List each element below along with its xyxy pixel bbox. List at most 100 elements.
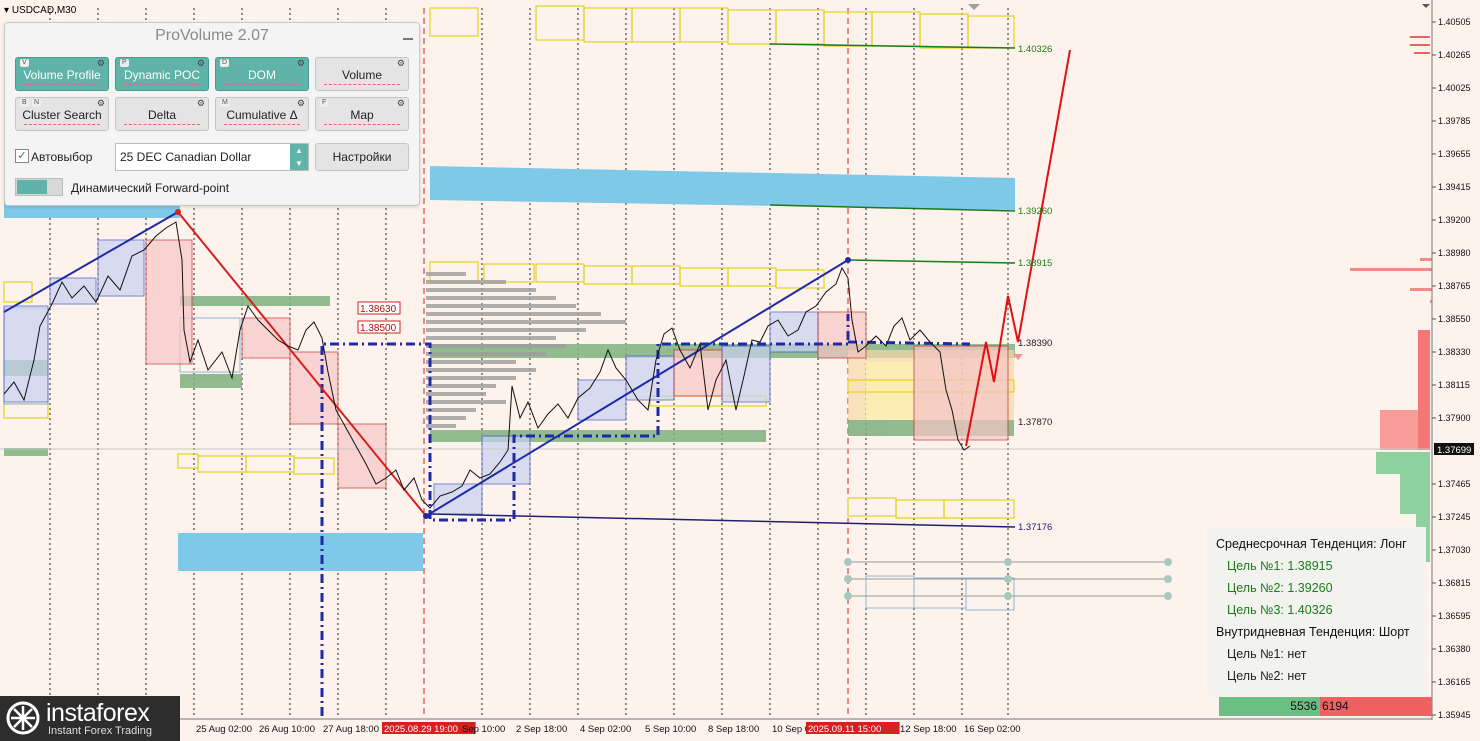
module-indicator [124,124,200,127]
module-label: Volume Profile [23,68,101,82]
module-button-volume[interactable]: Volume ⚙ [315,57,409,91]
price-tick-label: 1.39415 [1438,182,1471,192]
price-tick-label: 1.38115 [1438,380,1470,390]
brand-name: instaforex [46,699,150,727]
time-axis-labels: 25 Aug 02:00 26 Aug 10:00 27 Aug 18:00 2025… [196,722,1021,735]
gear-icon[interactable]: ⚙ [297,58,305,68]
module-button-map[interactable]: Map F ⚙ [315,97,409,131]
instrument-select[interactable]: 25 DEC Canadian Dollar ▲ ▼ [115,143,309,171]
module-button-cumulative[interactable]: Cumulative Δ M ⚙ [215,97,309,131]
svg-text:1.39260: 1.39260 [1018,206,1052,217]
time-label: 8 Sep 18:00 [708,724,759,735]
price-tick-label: 1.38980 [1438,248,1471,258]
auto-select-checkbox[interactable]: ✓ [15,149,29,163]
gear-icon[interactable]: ⚙ [197,58,205,68]
time-label: 2025.09.11 15:00 [808,724,881,735]
module-indicator [324,84,400,87]
module-label: Cluster Search [22,108,102,122]
module-indicator [224,124,300,127]
spinner-arrows-icon[interactable]: ▲ ▼ [290,144,308,170]
value-zone [430,166,1015,210]
time-label: 26 Aug 10:00 [259,724,315,735]
price-tick-label: 1.38330 [1438,347,1471,357]
gear-icon[interactable]: ⚙ [397,58,405,68]
price-tick-label: 1.37030 [1438,545,1471,555]
time-label: 25 Aug 02:00 [196,724,252,735]
module-label: Delta [147,108,176,122]
gear-icon[interactable]: ⚙ [397,98,405,108]
instaforex-logo: instaforex Instant Forex Trading [0,696,180,741]
settings-button[interactable]: Настройки [315,143,409,171]
instrument-value: 25 DEC Canadian Dollar [120,150,252,164]
module-button-volume-profile[interactable]: Volume Profile V ⚙ [15,57,109,91]
module-indicator [124,84,200,87]
price-tick-label: 1.37245 [1438,512,1471,522]
price-tick-label: 1.36815 [1438,578,1471,588]
hotkey-badge: B [20,99,29,107]
price-tick-label: 1.37465 [1438,479,1471,489]
minimize-icon[interactable] [403,38,413,40]
price-tick-label: 1.38765 [1438,281,1471,291]
module-button-cluster-search[interactable]: Cluster Search B N ⚙ [15,97,109,131]
price-tick-label: 1.38550 [1438,314,1471,324]
gear-icon[interactable]: ⚙ [297,98,305,108]
module-button-delta[interactable]: Delta ⚙ [115,97,209,131]
box-label: 1.38500 [360,323,397,334]
module-button-dynamic-poc[interactable]: Dynamic POC P ⚙ [115,57,209,91]
price-tick-label: 1.37900 [1438,413,1471,423]
auto-select-label: Автовыбор [31,150,93,164]
module-indicator [24,84,100,87]
provolume-panel[interactable]: ProVolume 2.07 Volume Profile V ⚙ Dynamic P… [4,22,420,206]
box-label: 1.38630 [360,304,397,315]
module-label: Volume [341,68,383,82]
brand-tagline: Instant Forex Trading [48,725,152,737]
intraday-target-2: Цель №2: нет [1227,669,1307,683]
gear-icon[interactable]: ⚙ [97,58,105,68]
module-indicator [324,124,400,127]
price-tick-label: 1.35945 [1438,710,1471,720]
time-label: 2025.08.29 19:00 [384,724,458,735]
time-label: 27 Aug 18:00 [323,724,379,735]
hotkey-badge: N [32,99,42,107]
svg-text:1.37870: 1.37870 [1018,417,1052,428]
trend-info-box: Среднесрочная Тенденция: Лонг Цель №1: 1… [1207,527,1426,695]
buy-volume: 5536 [1219,697,1320,716]
hotkey-badge: P [120,59,129,67]
shift-marker[interactable] [968,4,980,10]
gear-icon[interactable]: ⚙ [97,98,105,108]
time-label: 12 Sep 18:00 [900,724,957,735]
forward-point-label: Динамический Forward-point [71,181,230,195]
forward-point-toggle[interactable] [15,178,63,196]
svg-text:1.40326: 1.40326 [1018,44,1052,55]
toggle-knob [17,180,47,194]
module-indicator [224,84,300,87]
price-tick-label: 1.40505 [1438,17,1471,27]
module-label: Dynamic POC [123,68,200,82]
scroll-marker[interactable] [1422,4,1430,8]
mid-target-1: Цель №1: 1.38915 [1227,559,1333,573]
down-trend-line [177,211,427,517]
module-indicator [24,124,100,127]
price-tick-label: 1.39200 [1438,215,1471,225]
svg-text:1.38390: 1.38390 [1018,338,1052,349]
module-label: DOM [248,68,276,82]
price-tick-label: 1.39655 [1438,149,1471,159]
price-tick-label: 1.40265 [1438,50,1471,60]
module-label: Cumulative Δ [226,108,298,122]
time-label: 16 Sep 02:00 [964,724,1021,735]
intraday-target-1: Цель №1: нет [1227,647,1307,661]
sell-volume: 6194 [1320,697,1432,716]
module-button-dom[interactable]: DOM D ⚙ [215,57,309,91]
price-tick-label: 1.36165 [1438,677,1471,687]
price-tick-label: 1.36380 [1438,644,1471,654]
gear-icon[interactable]: ⚙ [197,98,205,108]
pivot-point [175,209,181,215]
current-price-label: 1.37699 [1437,445,1471,456]
symbol-label: ▾ USDCAD,M30 [4,5,76,16]
panel-title: ProVolume 2.07 [155,27,269,44]
dropdown-icon[interactable]: ▾ [4,5,9,16]
pivot-point [423,513,429,519]
mid-term-trend: Среднесрочная Тенденция: Лонг [1216,537,1407,551]
module-label: Map [350,108,374,122]
intraday-trend: Внутридневная Тенденция: Шорт [1216,625,1410,639]
